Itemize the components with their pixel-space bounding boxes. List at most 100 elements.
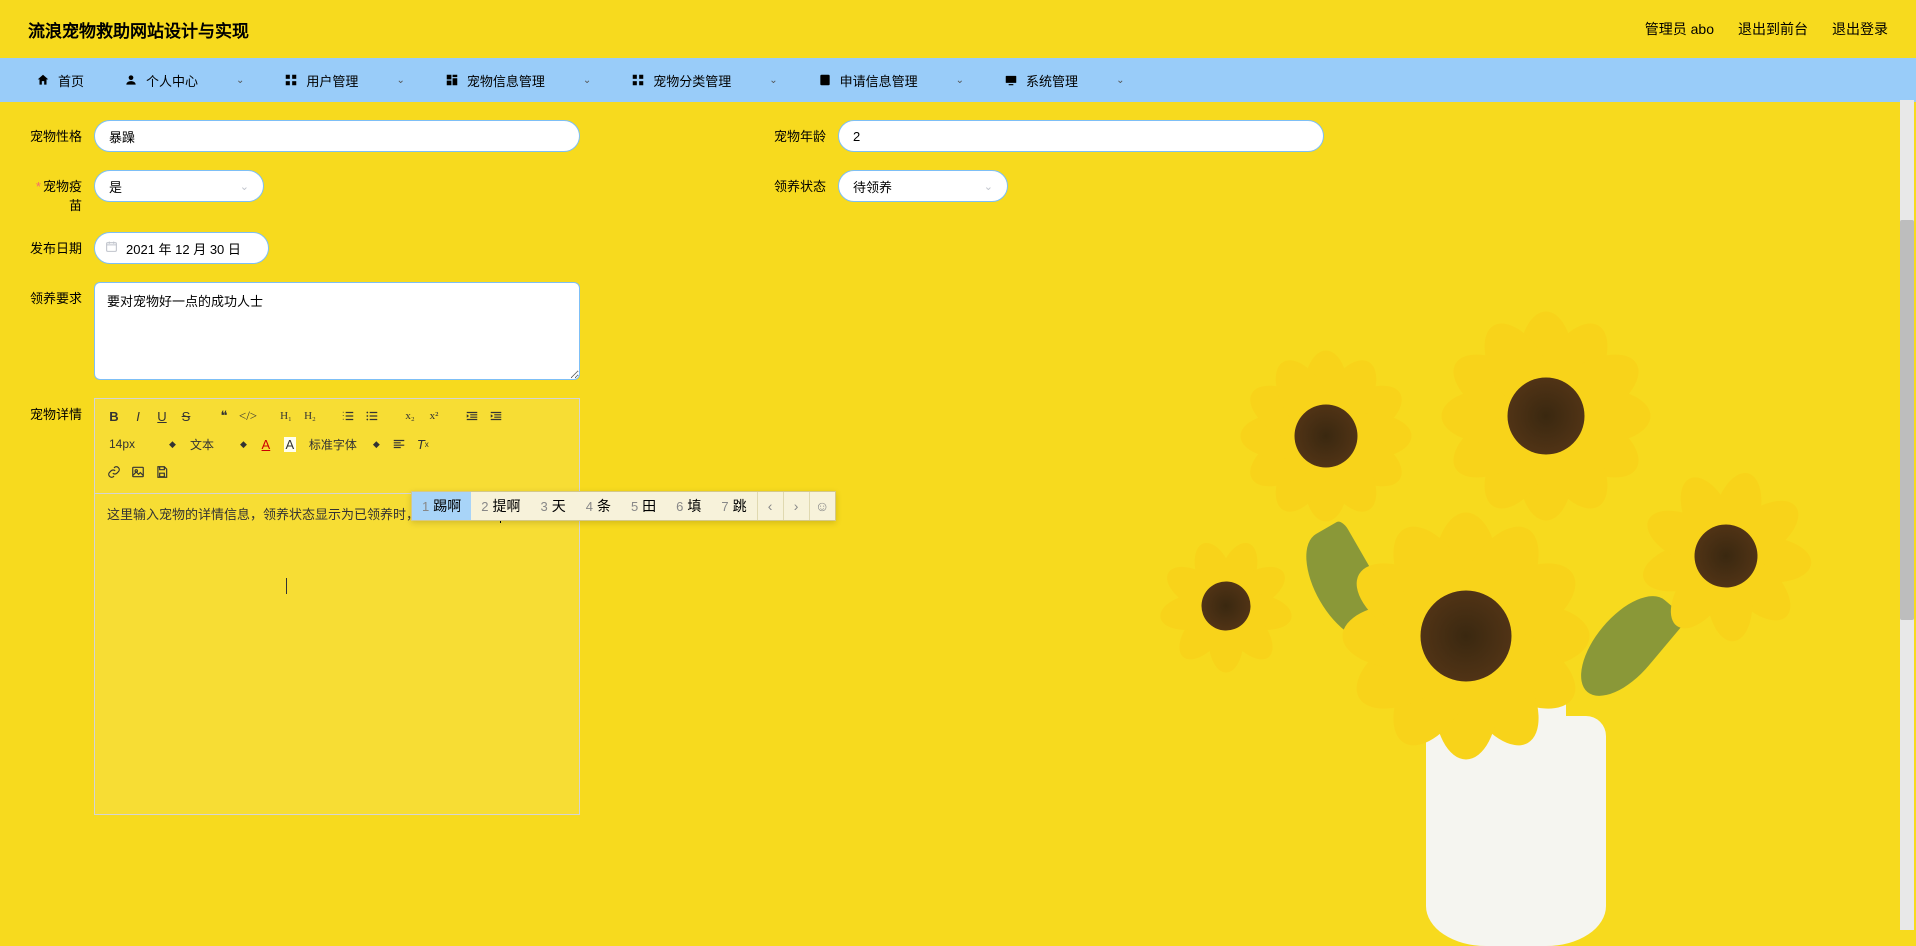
ime-emoji-button[interactable]: ☺ [809, 492, 835, 520]
select-value: 待领养 [853, 177, 892, 196]
chevron-down-icon: ⌄ [396, 75, 404, 86]
nav-system[interactable]: 系统管理 ⌄ [988, 58, 1140, 102]
ime-candidate-1[interactable]: 1踢啊 [412, 492, 471, 520]
ime-candidate-3[interactable]: 3天 [530, 492, 575, 520]
label-status: 领养状态 [770, 170, 826, 195]
home-icon [36, 73, 50, 87]
dashboard-icon [445, 73, 459, 87]
subscript-button[interactable]: x₂ [399, 405, 421, 427]
ime-candidate-5[interactable]: 5田 [621, 492, 666, 520]
input-pubdate[interactable]: 2021 年 12 月 30 日 [94, 232, 269, 264]
logout-to-front[interactable]: 退出到前台 [1738, 19, 1808, 39]
ol-button[interactable] [337, 405, 359, 427]
form-area: 宠物性格 *宠物疫苗 是 ⌄ 发布日期 2021 年 12 月 30 日 领养要… [0, 102, 1916, 851]
bgcolor-button[interactable]: A [279, 433, 301, 455]
textarea-require[interactable]: 要对宠物好一点的成功人士 [94, 282, 580, 380]
top-right-links: 管理员 abo 退出到前台 退出登录 [1645, 19, 1888, 39]
nav-label: 系统管理 [1026, 71, 1078, 90]
format-select[interactable]: 文本◆ [184, 433, 253, 455]
nav-personal[interactable]: 个人中心 ⌄ [108, 58, 260, 102]
row-require: 领养要求 要对宠物好一点的成功人士 [26, 282, 1890, 380]
nav-apply-info[interactable]: 申请信息管理 ⌄ [802, 58, 980, 102]
chevron-down-icon: ⌄ [236, 75, 244, 86]
system-icon [1004, 73, 1018, 87]
superscript-button[interactable]: x² [423, 405, 445, 427]
chevron-down-icon: ⌄ [1116, 75, 1124, 86]
ime-candidate-7[interactable]: 7跳 [711, 492, 756, 520]
chevron-down-icon: ⌄ [984, 180, 993, 193]
textcolor-button[interactable]: A [255, 433, 277, 455]
link-button[interactable] [103, 461, 125, 483]
code-button[interactable]: </> [237, 405, 259, 427]
grid-icon [284, 73, 298, 87]
ime-prev-button[interactable]: ‹ [757, 492, 783, 520]
logout[interactable]: 退出登录 [1832, 19, 1888, 39]
user-label[interactable]: 管理员 abo [1645, 19, 1714, 39]
indent-button[interactable] [485, 405, 507, 427]
nav-user-mgmt[interactable]: 用户管理 ⌄ [268, 58, 420, 102]
label-age: 宠物年龄 [770, 120, 826, 145]
fontfamily-select[interactable]: 标准字体◆ [303, 433, 386, 455]
document-icon [818, 73, 832, 87]
nav-label: 宠物信息管理 [467, 71, 545, 90]
nav-home[interactable]: 首页 [20, 58, 100, 102]
align-button[interactable] [388, 433, 410, 455]
top-bar: 流浪宠物救助网站设计与实现 管理员 abo 退出到前台 退出登录 [0, 0, 1916, 58]
select-value: 是 [109, 177, 122, 196]
editor-content[interactable]: 这里输入宠物的详情信息，领养状态显示为已领养时，用户是无法ti'a [95, 494, 579, 814]
clearformat-button[interactable]: Tx [412, 433, 434, 455]
italic-button[interactable]: I [127, 405, 149, 427]
row-status: 领养状态 待领养 ⌄ [770, 170, 1324, 202]
chevron-down-icon: ⌄ [956, 75, 964, 86]
right-column: 宠物年龄 领养状态 待领养 ⌄ [770, 120, 1324, 220]
nav-label: 个人中心 [146, 71, 198, 90]
label-personality: 宠物性格 [26, 120, 82, 145]
calendar-icon [105, 240, 118, 256]
editor-caret-indicator [286, 578, 287, 594]
strike-button[interactable]: S [175, 405, 197, 427]
ime-candidate-2[interactable]: 2提啊 [471, 492, 530, 520]
person-icon [124, 73, 138, 87]
nav-label: 用户管理 [306, 71, 358, 90]
underline-button[interactable]: U [151, 405, 173, 427]
h1-button[interactable]: H₁ [275, 405, 297, 427]
image-button[interactable] [127, 461, 149, 483]
nav-bar: 首页 个人中心 ⌄ 用户管理 ⌄ 宠物信息管理 ⌄ 宠物分类管理 ⌄ 申请信息管… [0, 58, 1916, 102]
scroll-thumb[interactable] [1900, 220, 1914, 620]
row-pubdate: 发布日期 2021 年 12 月 30 日 [26, 232, 1890, 264]
nav-pet-info[interactable]: 宠物信息管理 ⌄ [429, 58, 607, 102]
nav-label: 首页 [58, 71, 84, 90]
nav-pet-category[interactable]: 宠物分类管理 ⌄ [615, 58, 793, 102]
row-age: 宠物年龄 [770, 120, 1324, 152]
ime-candidate-4[interactable]: 4条 [576, 492, 621, 520]
ime-candidate-bar: 1踢啊 2提啊 3天 4条 5田 6填 7跳 ‹ › ☺ [411, 491, 836, 521]
category-icon [631, 73, 645, 87]
nav-label: 宠物分类管理 [653, 71, 731, 90]
bold-button[interactable]: B [103, 405, 125, 427]
label-require: 领养要求 [26, 282, 82, 307]
vertical-scrollbar[interactable] [1900, 100, 1914, 930]
chevron-down-icon: ⌄ [583, 75, 591, 86]
h2-button[interactable]: H₂ [299, 405, 321, 427]
row-detail: 宠物详情 B I U S ❝ </> H₁ H₂ [26, 398, 1890, 815]
fontsize-select[interactable]: 14px◆ [103, 433, 182, 455]
select-vaccine[interactable]: 是 ⌄ [94, 170, 264, 202]
site-title: 流浪宠物救助网站设计与实现 [28, 17, 249, 42]
label-pubdate: 发布日期 [26, 232, 82, 257]
outdent-button[interactable] [461, 405, 483, 427]
label-vaccine: *宠物疫苗 [26, 170, 82, 214]
date-value: 2021 年 12 月 30 日 [126, 239, 241, 258]
editor-toolbar: B I U S ❝ </> H₁ H₂ [95, 399, 579, 494]
ime-next-button[interactable]: › [783, 492, 809, 520]
rich-editor: B I U S ❝ </> H₁ H₂ [94, 398, 580, 815]
ul-button[interactable] [361, 405, 383, 427]
quote-button[interactable]: ❝ [213, 405, 235, 427]
save-button[interactable] [151, 461, 173, 483]
input-personality[interactable] [94, 120, 580, 152]
nav-label: 申请信息管理 [840, 71, 918, 90]
chevron-down-icon: ⌄ [769, 75, 777, 86]
label-detail: 宠物详情 [26, 398, 82, 423]
ime-candidate-6[interactable]: 6填 [666, 492, 711, 520]
input-age[interactable] [838, 120, 1324, 152]
select-status[interactable]: 待领养 ⌄ [838, 170, 1008, 202]
